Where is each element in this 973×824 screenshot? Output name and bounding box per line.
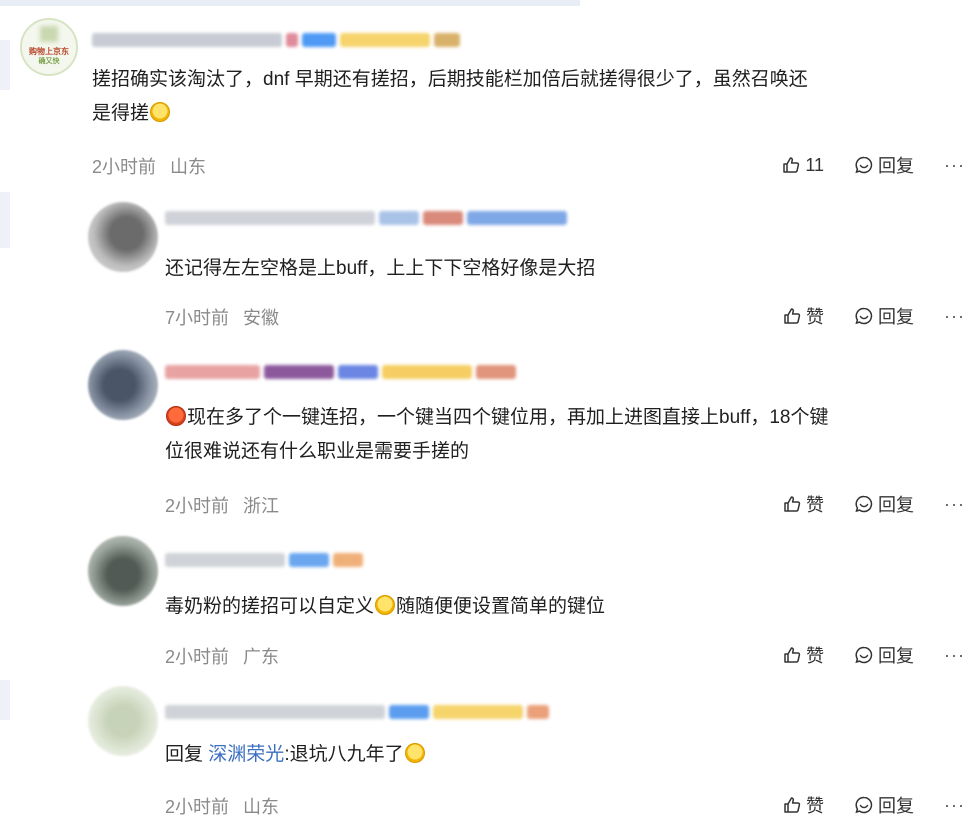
smile-emoji xyxy=(404,743,425,763)
comment-text-after: 随随便便设置简单的键位 xyxy=(396,596,606,617)
like-button[interactable]: 赞 xyxy=(782,491,824,517)
like-label: 赞 xyxy=(806,495,825,515)
comment-time: 2小时前 xyxy=(165,647,230,667)
smile-emoji xyxy=(150,102,171,122)
comment-time: 2小时前 xyxy=(92,157,157,177)
more-button[interactable]: ··· xyxy=(944,645,965,666)
username-blurred[interactable] xyxy=(165,208,567,228)
thumb-up-icon xyxy=(784,496,801,512)
comment-meta: 2小时前 山东 xyxy=(92,153,206,179)
reply-label: 回复 xyxy=(878,646,915,666)
comment-text-before: 毒奶粉的搓招可以自定义 xyxy=(165,596,375,617)
comment-location: 山东 xyxy=(170,157,207,177)
comment-actions: 11 回复 ··· xyxy=(751,152,965,178)
reply-item: 回复 深渊荣光:退坑八九年了 2小时前 山东 赞 回复 ··· xyxy=(0,680,973,824)
thumb-up-icon xyxy=(783,157,800,173)
reply-button[interactable]: 回复 xyxy=(854,152,914,178)
thumb-up-icon xyxy=(784,308,801,324)
like-label: 赞 xyxy=(806,796,825,816)
angry-emoji xyxy=(166,406,186,426)
more-button[interactable]: ··· xyxy=(944,155,965,176)
reply-button[interactable]: 回复 xyxy=(854,491,914,517)
avatar[interactable]: 购物上京东 确又快 xyxy=(20,18,78,76)
comment-location: 广东 xyxy=(243,647,280,667)
username-blurred[interactable] xyxy=(165,550,363,570)
comment-time: 2小时前 xyxy=(165,496,230,516)
reply-bubble-icon xyxy=(855,646,873,664)
reply-item: 还记得左左空格是上buff，上上下下空格好像是大招 7小时前 安徽 赞 回复 ·… xyxy=(0,190,973,340)
reply-item: 毒奶粉的搓招可以自定义 随随便便设置简单的键位 2小时前 广东 赞 回复 ··· xyxy=(0,530,973,680)
reply-bubble-icon xyxy=(855,307,873,325)
like-button[interactable]: 11 xyxy=(781,155,824,176)
comment-actions: 赞 回复 ··· xyxy=(752,491,965,517)
comment-meta: 2小时前 浙江 xyxy=(165,492,279,518)
avatar[interactable] xyxy=(88,686,158,756)
comment-location: 安徽 xyxy=(243,308,280,328)
more-button[interactable]: ··· xyxy=(944,494,965,515)
reply-label: 回复 xyxy=(878,495,915,515)
avatar[interactable] xyxy=(88,536,158,606)
comment-text-line: 现在多了个一键连招，一个键当四个键位用，再加上进图直接上buff，18个键 xyxy=(187,407,829,428)
reply-button[interactable]: 回复 xyxy=(854,642,914,668)
comment-meta: 2小时前 广东 xyxy=(165,643,279,669)
comment-text: 回复 深渊荣光:退坑八九年了 xyxy=(165,738,955,772)
username-blurred[interactable] xyxy=(165,362,516,382)
like-label: 赞 xyxy=(806,307,825,327)
thumb-up-icon xyxy=(784,797,801,813)
avatar[interactable] xyxy=(88,350,158,420)
reply-label: 回复 xyxy=(878,307,915,327)
reply-bubble-icon xyxy=(855,156,873,174)
username-blurred[interactable] xyxy=(92,30,460,50)
comment-location: 山东 xyxy=(243,797,280,817)
comment-text-line: 是得搓 xyxy=(92,103,150,124)
more-button[interactable]: ··· xyxy=(944,306,965,327)
comment-actions: 赞 回复 ··· xyxy=(752,303,965,329)
comment-text-line: 还记得左左空格是上buff，上上下下空格好像是大招 xyxy=(165,258,596,279)
like-label: 赞 xyxy=(806,646,825,666)
reply-prefix: 回复 xyxy=(165,744,204,765)
comment-text: 搓招确实该淘汰了，dnf 早期还有搓招，后期技能栏加倍后就搓得很少了，虽然召唤还… xyxy=(92,63,962,131)
username-blurred[interactable] xyxy=(165,702,549,722)
more-button[interactable]: ··· xyxy=(944,795,965,816)
like-count: 11 xyxy=(805,154,825,175)
avatar[interactable] xyxy=(88,202,158,272)
reply-bubble-icon xyxy=(855,796,873,814)
like-button[interactable]: 赞 xyxy=(782,792,824,818)
comment-actions: 赞 回复 ··· xyxy=(752,792,965,818)
reply-to-user-link[interactable]: 深渊荣光 xyxy=(208,744,284,765)
comment-time: 7小时前 xyxy=(165,308,230,328)
smile-emoji xyxy=(375,595,396,615)
like-button[interactable]: 赞 xyxy=(782,642,824,668)
comment-meta: 2小时前 山东 xyxy=(165,793,279,819)
comment-text: 毒奶粉的搓招可以自定义 随随便便设置简单的键位 xyxy=(165,590,955,624)
comment-actions: 赞 回复 ··· xyxy=(752,642,965,668)
reply-label: 回复 xyxy=(878,796,915,816)
reply-button[interactable]: 回复 xyxy=(854,792,914,818)
reply-button[interactable]: 回复 xyxy=(854,303,914,329)
thumb-up-icon xyxy=(784,647,801,663)
comment-text-line: 位很难说还有什么职业是需要手搓的 xyxy=(165,441,470,462)
comment-location: 浙江 xyxy=(243,496,280,516)
comment-text: 还记得左左空格是上buff，上上下下空格好像是大招 xyxy=(165,252,955,286)
reply-label: 回复 xyxy=(878,156,915,176)
avatar-text: 确又快 xyxy=(38,58,60,65)
comment-meta: 7小时前 安徽 xyxy=(165,304,279,330)
comment-text-line: 搓招确实该淘汰了，dnf 早期还有搓招，后期技能栏加倍后就搓得很少了，虽然召唤还 xyxy=(92,69,808,90)
reply-item: 现在多了个一键连招，一个键当四个键位用，再加上进图直接上buff，18个键 位很… xyxy=(0,340,973,530)
like-button[interactable]: 赞 xyxy=(782,303,824,329)
comment-time: 2小时前 xyxy=(165,797,230,817)
comment-text: 现在多了个一键连招，一个键当四个键位用，再加上进图直接上buff，18个键 位很… xyxy=(165,401,965,469)
reply-bubble-icon xyxy=(855,495,873,513)
comment-item: 购物上京东 确又快 搓招确实该淘汰了，dnf 早期还有搓招，后期技能栏加倍后就搓… xyxy=(0,0,973,190)
comment-text-line: :退坑八九年了 xyxy=(284,744,404,765)
